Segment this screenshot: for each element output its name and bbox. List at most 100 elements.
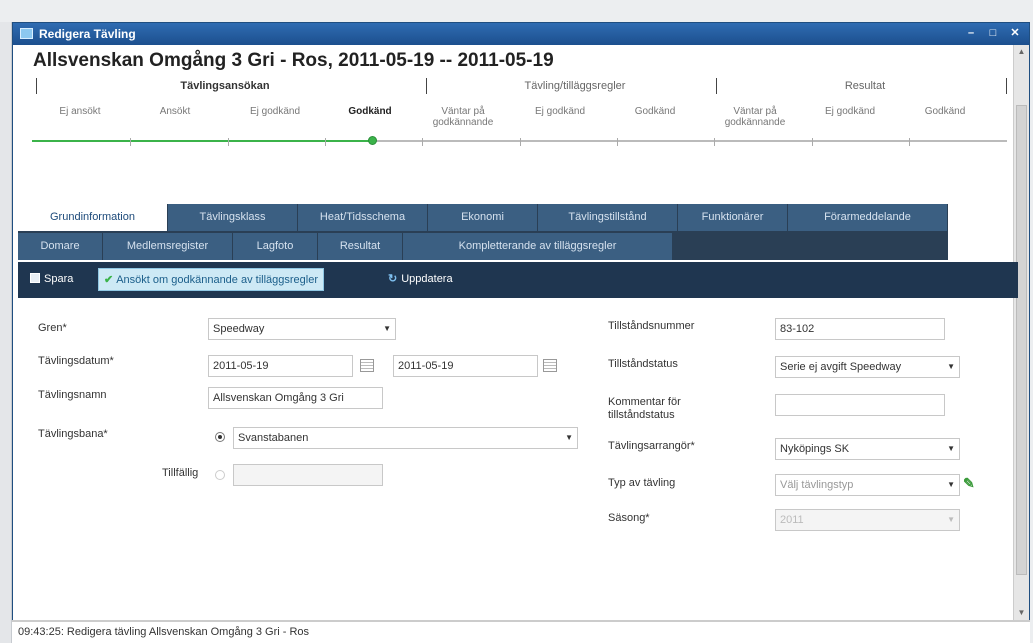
stage-divider (1006, 78, 1007, 94)
sasong-select: 2011 ▼ (775, 509, 960, 531)
gren-select[interactable]: Speedway ▼ (208, 318, 396, 340)
sasong-value: 2011 (780, 514, 804, 526)
calendar-icon[interactable] (543, 359, 557, 372)
tab-heat-tidsschema[interactable]: Heat/Tidsschema (298, 204, 428, 231)
tavlingsnamn-value: Allsvenskan Omgång 3 Gri (213, 392, 344, 404)
tab-funktionarer[interactable]: Funktionärer (678, 204, 788, 231)
tab-domare[interactable]: Domare (18, 233, 103, 260)
chevron-down-icon: ▼ (565, 433, 573, 442)
tab-strip: Grundinformation Tävlingsklass Heat/Tids… (18, 204, 948, 260)
typ-av-tavling-label: Typ av tävling (608, 477, 676, 489)
scroll-up-icon[interactable]: ▲ (1014, 45, 1029, 59)
status-bar: 09:43:25: Redigera tävling Allsvenskan O… (12, 621, 1030, 643)
window-app-icon (20, 28, 33, 39)
tab-resultat[interactable]: Resultat (318, 233, 403, 260)
progress-step: Väntar på godkännande (432, 106, 494, 128)
maximize-icon[interactable]: □ (985, 26, 1001, 41)
tillstandsnummer-value: 83-102 (780, 323, 815, 335)
tavlingsarrangor-select[interactable]: Nyköpings SK ▼ (775, 438, 960, 460)
edit-pen-icon[interactable]: ✎ (963, 475, 975, 492)
tab-ekonomi[interactable]: Ekonomi (428, 204, 538, 231)
progress-tick (617, 138, 618, 146)
tab-medlemsregister[interactable]: Medlemsregister (103, 233, 233, 260)
kommentar-input[interactable] (775, 394, 945, 416)
tillstandsstatus-value: Serie ej avgift Speedway (780, 361, 902, 373)
chevron-down-icon: ▼ (947, 362, 955, 371)
close-icon[interactable]: ✕ (1007, 26, 1023, 41)
stage-title: Tävling/tilläggsregler (524, 80, 626, 92)
date-from-input[interactable]: 2011-05-19 (208, 355, 353, 377)
minimize-icon[interactable]: – (963, 26, 979, 41)
tavlingsbana-value: Svanstabanen (238, 432, 309, 444)
stage-title: Tävlingsansökan (180, 80, 270, 92)
progress-step: Ej godkänd (824, 106, 876, 117)
window-titlebar: Redigera Tävling – □ ✕ (13, 23, 1029, 45)
progress-step: Ej ansökt (59, 106, 101, 117)
tillstandsstatus-select[interactable]: Serie ej avgift Speedway ▼ (775, 356, 960, 378)
typ-av-tavling-value: Välj tävlingstyp (780, 479, 854, 491)
progress-tick (228, 138, 229, 146)
bana-temporary-radio[interactable] (215, 470, 225, 480)
refresh-icon: ↻ (388, 273, 398, 285)
save-label: Spara (44, 273, 74, 285)
tillstandsnummer-label: Tillståndsnummer (608, 320, 695, 332)
tavlingsbana-select[interactable]: Svanstabanen ▼ (233, 427, 578, 449)
tillstandsstatus-label: Tillståndstatus (608, 358, 678, 370)
refresh-label: Uppdatera (401, 273, 453, 285)
progress-tick (714, 138, 715, 146)
check-icon: ✔ (104, 274, 114, 286)
tab-forarmeddelande[interactable]: Förarmeddelande (788, 204, 948, 231)
progress-tick (812, 138, 813, 146)
bana-existing-radio[interactable] (215, 432, 225, 442)
window-title: Redigera Tävling (39, 27, 136, 41)
tab-tavlingstillstand[interactable]: Tävlingstillstånd (538, 204, 678, 231)
date-to-input[interactable]: 2011-05-19 (393, 355, 538, 377)
save-button[interactable]: Spara (30, 268, 73, 291)
vertical-scrollbar[interactable]: ▲ ▼ (1013, 45, 1029, 620)
typ-av-tavling-select[interactable]: Välj tävlingstyp ▼ (775, 474, 960, 496)
tillfallig-input[interactable] (233, 464, 383, 486)
tavlingsbana-label: Tävlingsbana* (38, 428, 108, 440)
stage-title: Resultat (844, 80, 886, 92)
tab-lagfoto[interactable]: Lagfoto (233, 233, 318, 260)
progress-step: Godkänd (924, 106, 966, 117)
scrollbar-thumb[interactable] (1016, 105, 1027, 575)
tillfallig-label: Tillfällig (162, 467, 199, 479)
scroll-down-icon[interactable]: ▼ (1014, 606, 1029, 620)
apply-approval-button[interactable]: ✔ Ansökt om godkännande av tilläggsregler (98, 268, 325, 291)
action-toolbar: Spara ✔ Ansökt om godkännande av tilläggs… (18, 262, 1018, 298)
kommentar-label: Kommentar för tillståndstatus (608, 396, 681, 421)
tab-kompletterande-tillaggsregler[interactable]: Kompletterande av tilläggsregler (403, 233, 673, 260)
chevron-down-icon: ▼ (947, 444, 955, 453)
progress-step: Godkänd (634, 106, 676, 117)
chevron-down-icon: ▼ (947, 480, 955, 489)
progress-step: Ej godkänd (534, 106, 586, 117)
tavlingsarrangor-value: Nyköpings SK (780, 443, 850, 455)
stage-divider (716, 78, 717, 94)
background-left-strip (0, 22, 12, 643)
calendar-icon[interactable] (360, 359, 374, 372)
tavlingsnamn-input[interactable]: Allsvenskan Omgång 3 Gri (208, 387, 383, 409)
apply-approval-label: Ansökt om godkännande av tilläggsregler (116, 274, 319, 286)
chevron-down-icon: ▼ (947, 515, 955, 524)
progress-step: Ansökt (159, 106, 191, 117)
progress-tick (325, 138, 326, 146)
tab-grundinformation[interactable]: Grundinformation (18, 204, 168, 231)
progress-tick (909, 138, 910, 146)
status-text: 09:43:25: Redigera tävling Allsvenskan O… (18, 626, 310, 638)
refresh-button[interactable]: ↻ Uppdatera (388, 268, 453, 291)
date-from-value: 2011-05-19 (213, 360, 269, 372)
tab-tavlingsklass[interactable]: Tävlingsklass (168, 204, 298, 231)
progress-tick (130, 138, 131, 146)
progress-step-current: Godkänd (348, 106, 392, 117)
sasong-label: Säsong* (608, 512, 650, 524)
gren-label: Gren* (38, 322, 67, 334)
stage-divider (36, 78, 37, 94)
chevron-down-icon: ▼ (383, 324, 391, 333)
progress-tick (422, 138, 423, 146)
gren-value: Speedway (213, 323, 265, 335)
save-icon (30, 273, 40, 283)
tavlingsdatum-label: Tävlingsdatum* (38, 355, 114, 367)
tillstandsnummer-input[interactable]: 83-102 (775, 318, 945, 340)
progress-track-done (32, 140, 372, 142)
